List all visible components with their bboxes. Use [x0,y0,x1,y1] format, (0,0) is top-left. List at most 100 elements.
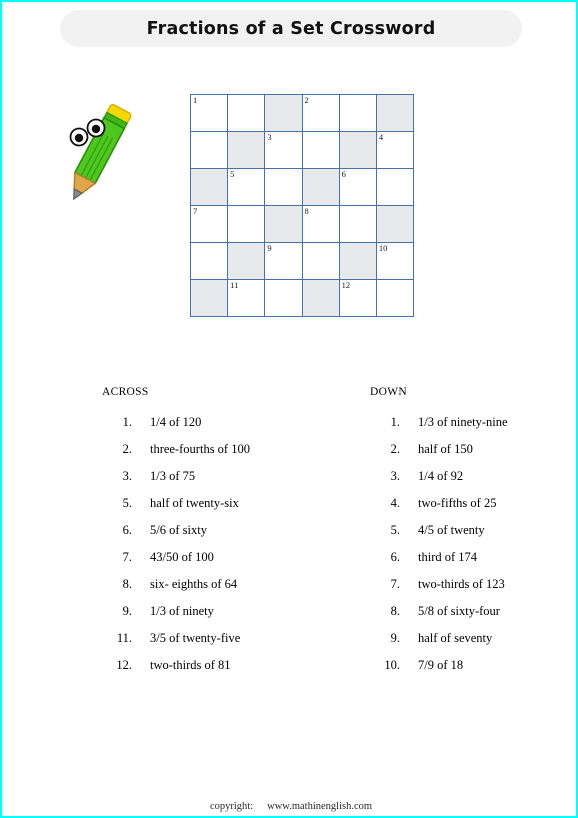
grid-cell-r6c1[interactable] [191,280,229,317]
grid-clue-number: 4 [378,132,384,142]
across-clue-number: 6. [122,523,132,537]
grid-cell-r2c6[interactable]: 4 [376,132,414,169]
down-clue-list: 1. 1/3 of ninety-nine 2. half of 150 3. 1/4 o… [370,415,578,685]
grid-cell-r5c1[interactable] [191,243,229,280]
across-clue-item: 6. 5/6 of sixty [102,523,352,550]
across-clue-text: 1/3 of 75 [150,469,196,483]
grid-cell-r3c6[interactable] [376,169,414,206]
across-clue-list: 1. 1/4 of 120 2. three-fourths of 100 3. 1/3 … [102,415,352,685]
grid-cell-r1c6[interactable] [376,95,414,132]
footer: copyright: www.mathinenglish.com [2,801,578,812]
down-clue-item: 7. two-thirds of 123 [370,577,578,604]
grid-cell-r5c6[interactable]: 10 [376,243,414,280]
grid-cell-r2c2[interactable] [228,132,266,169]
grid-clue-number: 9 [267,243,272,253]
pencil-character-icon [54,98,146,208]
down-clue-number: 6. [390,550,400,564]
grid-cell-r4c4[interactable]: 8 [302,206,340,243]
grid-cell-r4c1[interactable]: 7 [191,206,229,243]
across-clue-number: 12. [116,658,132,672]
grid-cell-r1c3[interactable] [265,95,303,132]
down-clue-number: 3. [390,469,400,483]
across-clue-text: six- eighths of 64 [150,577,238,591]
across-clue-text: 1/3 of ninety [150,604,214,618]
down-clue-number: 4. [390,496,400,510]
across-clue-number: 9. [122,604,132,618]
across-clue-item: 2. three-fourths of 100 [102,442,352,469]
grid-cell-r3c1[interactable] [191,169,229,206]
grid-cell-r3c4[interactable] [302,169,340,206]
crossword-grid[interactable]: 1 2 3 4 5 6 7 8 9 10 11 12 [190,94,414,317]
down-clue-text: two-fifths of 25 [418,496,497,510]
grid-clue-number: 3 [267,132,272,142]
across-clue-text: 1/4 of 120 [150,415,202,429]
clues-section: ACROSS 1. 1/4 of 120 2. three-fourths of 10… [2,386,578,696]
grid-cell-r5c2[interactable] [228,243,266,280]
copyright-label: copyright: [209,801,254,812]
down-clue-number: 2. [390,442,400,456]
down-heading: DOWN [370,386,407,398]
down-clue-item: 9. half of seventy [370,631,578,658]
down-clue-item: 10. 7/9 of 18 [370,658,578,685]
down-clue-text: 1/4 of 92 [418,469,464,483]
grid-clue-number: 1 [193,95,198,105]
grid-cell-r2c1[interactable] [191,132,229,169]
grid-cell-r6c6[interactable] [376,280,414,317]
down-clue-item: 5. 4/5 of twenty [370,523,578,550]
across-clues-column: ACROSS 1. 1/4 of 120 2. three-fourths of 10… [102,386,352,685]
grid-cell-r3c2[interactable]: 5 [228,169,266,206]
down-clue-number: 9. [390,631,400,645]
across-clue-item: 11. 3/5 of twenty-five [102,631,352,658]
across-clue-text: 43/50 of 100 [150,550,214,564]
across-clue-item: 9. 1/3 of ninety [102,604,352,631]
down-clue-item: 8. 5/8 of sixty-four [370,604,578,631]
down-clue-number: 5. [390,523,400,537]
grid-cell-r4c3[interactable] [265,206,303,243]
grid-cell-r1c1[interactable]: 1 [191,95,229,132]
across-clue-text: two-thirds of 81 [150,658,231,672]
grid-cell-r2c4[interactable] [302,132,340,169]
down-clue-text: 4/5 of twenty [418,523,485,537]
grid-clue-number: 2 [304,95,309,105]
grid-cell-r1c2[interactable] [228,95,266,132]
grid-cell-r6c3[interactable] [265,280,303,317]
grid-cell-r4c2[interactable] [228,206,266,243]
grid-clue-number: 8 [304,206,309,216]
grid-cell-r3c5[interactable]: 6 [339,169,377,206]
across-clue-text: 5/6 of sixty [150,523,207,537]
across-clue-item: 8. six- eighths of 64 [102,577,352,604]
down-clue-item: 1. 1/3 of ninety-nine [370,415,578,442]
grid-cell-r4c6[interactable] [376,206,414,243]
grid-clue-number: 5 [230,169,235,179]
across-clue-text: three-fourths of 100 [150,442,250,456]
grid-cell-r1c4[interactable]: 2 [302,95,340,132]
grid-cell-r5c5[interactable] [339,243,377,280]
across-clue-number: 5. [122,496,132,510]
down-clue-number: 8. [390,604,400,618]
across-clue-text: 3/5 of twenty-five [150,631,241,645]
down-clue-item: 3. 1/4 of 92 [370,469,578,496]
grid-cell-r2c3[interactable]: 3 [265,132,303,169]
grid-cell-r1c5[interactable] [339,95,377,132]
grid-cell-r2c5[interactable] [339,132,377,169]
title-banner: Fractions of a Set Crossword [60,10,522,47]
website-url: www.mathinenglish.com [267,801,373,812]
down-clues-column: DOWN 1. 1/3 of ninety-nine 2. half of 150 3.… [370,386,578,685]
across-clue-item: 3. 1/3 of 75 [102,469,352,496]
grid-cell-r3c3[interactable] [265,169,303,206]
grid-cell-r6c4[interactable] [302,280,340,317]
grid-clue-number: 7 [193,206,198,216]
across-clue-item: 1. 1/4 of 120 [102,415,352,442]
grid-cell-r5c3[interactable]: 9 [265,243,303,280]
grid-cell-r5c4[interactable] [302,243,340,280]
across-clue-text: half of twenty-six [150,496,239,510]
down-clue-text: half of seventy [418,631,493,645]
grid-cell-r6c2[interactable]: 11 [228,280,266,317]
down-clue-item: 6. third of 174 [370,550,578,577]
across-clue-item: 7. 43/50 of 100 [102,550,352,577]
across-clue-number: 8. [122,577,132,591]
grid-cell-r4c5[interactable] [339,206,377,243]
grid-cell-r6c5[interactable]: 12 [339,280,377,317]
down-clue-text: third of 174 [418,550,478,564]
down-clue-text: 5/8 of sixty-four [418,604,500,618]
